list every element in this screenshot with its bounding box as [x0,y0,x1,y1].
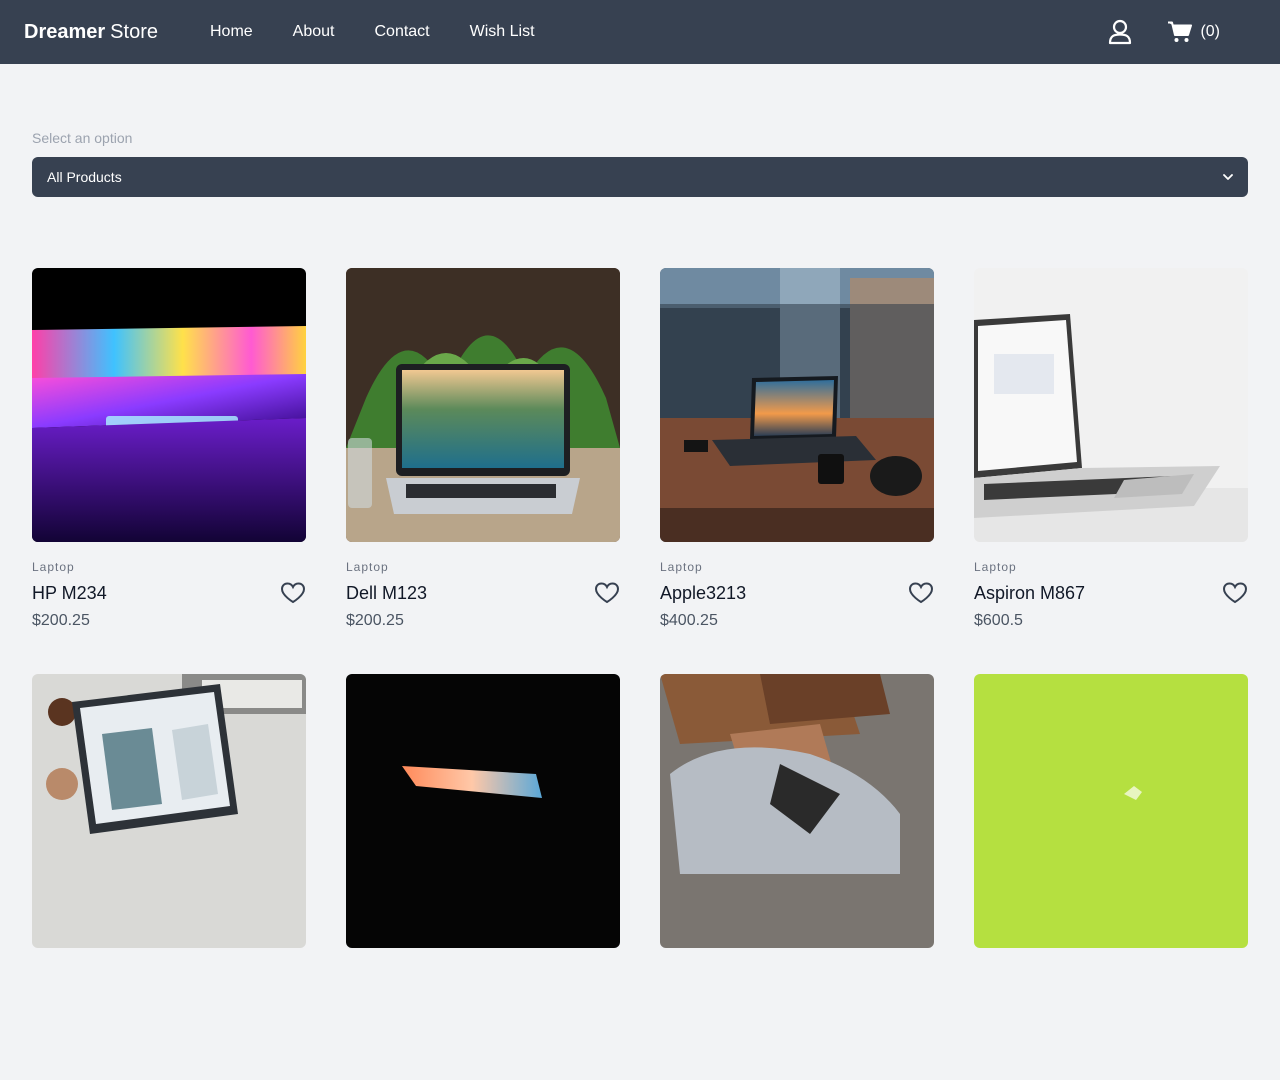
product-image[interactable] [974,674,1248,948]
wishlist-button[interactable] [280,582,306,604]
product-title-row: Dell M123 [346,582,620,604]
user-icon [1109,19,1132,45]
product-image[interactable] [346,674,620,948]
nav-link-about[interactable]: About [293,23,335,41]
nav-links: Home About Contact Wish List [210,23,535,41]
category-select[interactable]: All Products [32,157,1248,197]
product-card: Laptop Apple3213 $400.25 [660,268,934,674]
product-price: $600.5 [974,612,1023,629]
wishlist-button[interactable] [908,582,934,604]
product-title-row: Apple3213 [660,582,934,604]
chevron-down-icon [1223,174,1233,180]
cart-icon [1168,21,1193,42]
heart-icon [1222,582,1248,604]
product-title[interactable]: Apple3213 [660,583,746,604]
product-title[interactable]: Dell M123 [346,583,427,604]
top-navbar: Dreamer Store Home About Contact Wish Li… [0,0,1280,64]
product-title-row: Aspiron M867 [974,582,1248,604]
product-price: $200.25 [32,612,90,629]
brand-name-bold: Dreamer [24,20,106,43]
product-card: Laptop Aspiron M867 $600.5 [974,268,1248,674]
wishlist-button[interactable] [1222,582,1248,604]
nav-link-wish-list[interactable]: Wish List [470,23,535,41]
account-button[interactable] [1108,19,1132,45]
filter-label: Select an option [32,130,133,146]
product-price: $400.25 [660,612,718,629]
heart-icon [280,582,306,604]
select-value: All Products [47,169,122,185]
product-price: $200.25 [346,612,404,629]
product-title[interactable]: Aspiron M867 [974,583,1085,604]
nav-actions: (0) [1108,19,1256,45]
product-category: Laptop [974,560,1017,574]
product-image[interactable] [660,268,934,542]
product-image[interactable] [346,268,620,542]
cart-count: (0) [1200,23,1220,40]
product-card [32,674,306,1080]
heart-icon [908,582,934,604]
brand-name-rest: Store [110,20,158,43]
product-grid: Laptop HP M234 $200.25 Laptop Dell M123 … [32,268,1248,1080]
product-image[interactable] [660,674,934,948]
product-card [660,674,934,1080]
product-title-row: HP M234 [32,582,306,604]
product-card [346,674,620,1080]
brand-logo[interactable]: Dreamer Store [24,21,158,44]
product-category: Laptop [346,560,389,574]
nav-link-contact[interactable]: Contact [374,23,429,41]
product-card: Laptop Dell M123 $200.25 [346,268,620,674]
product-title[interactable]: HP M234 [32,583,107,604]
cart-button[interactable]: (0) [1168,21,1220,43]
product-image[interactable] [974,268,1248,542]
product-card: Laptop HP M234 $200.25 [32,268,306,674]
product-category: Laptop [32,560,75,574]
product-card [974,674,1248,1080]
product-image[interactable] [32,268,306,542]
product-image[interactable] [32,674,306,948]
category-filter: Select an option All Products [32,130,1248,197]
wishlist-button[interactable] [594,582,620,604]
heart-icon [594,582,620,604]
nav-link-home[interactable]: Home [210,23,253,41]
product-category: Laptop [660,560,703,574]
